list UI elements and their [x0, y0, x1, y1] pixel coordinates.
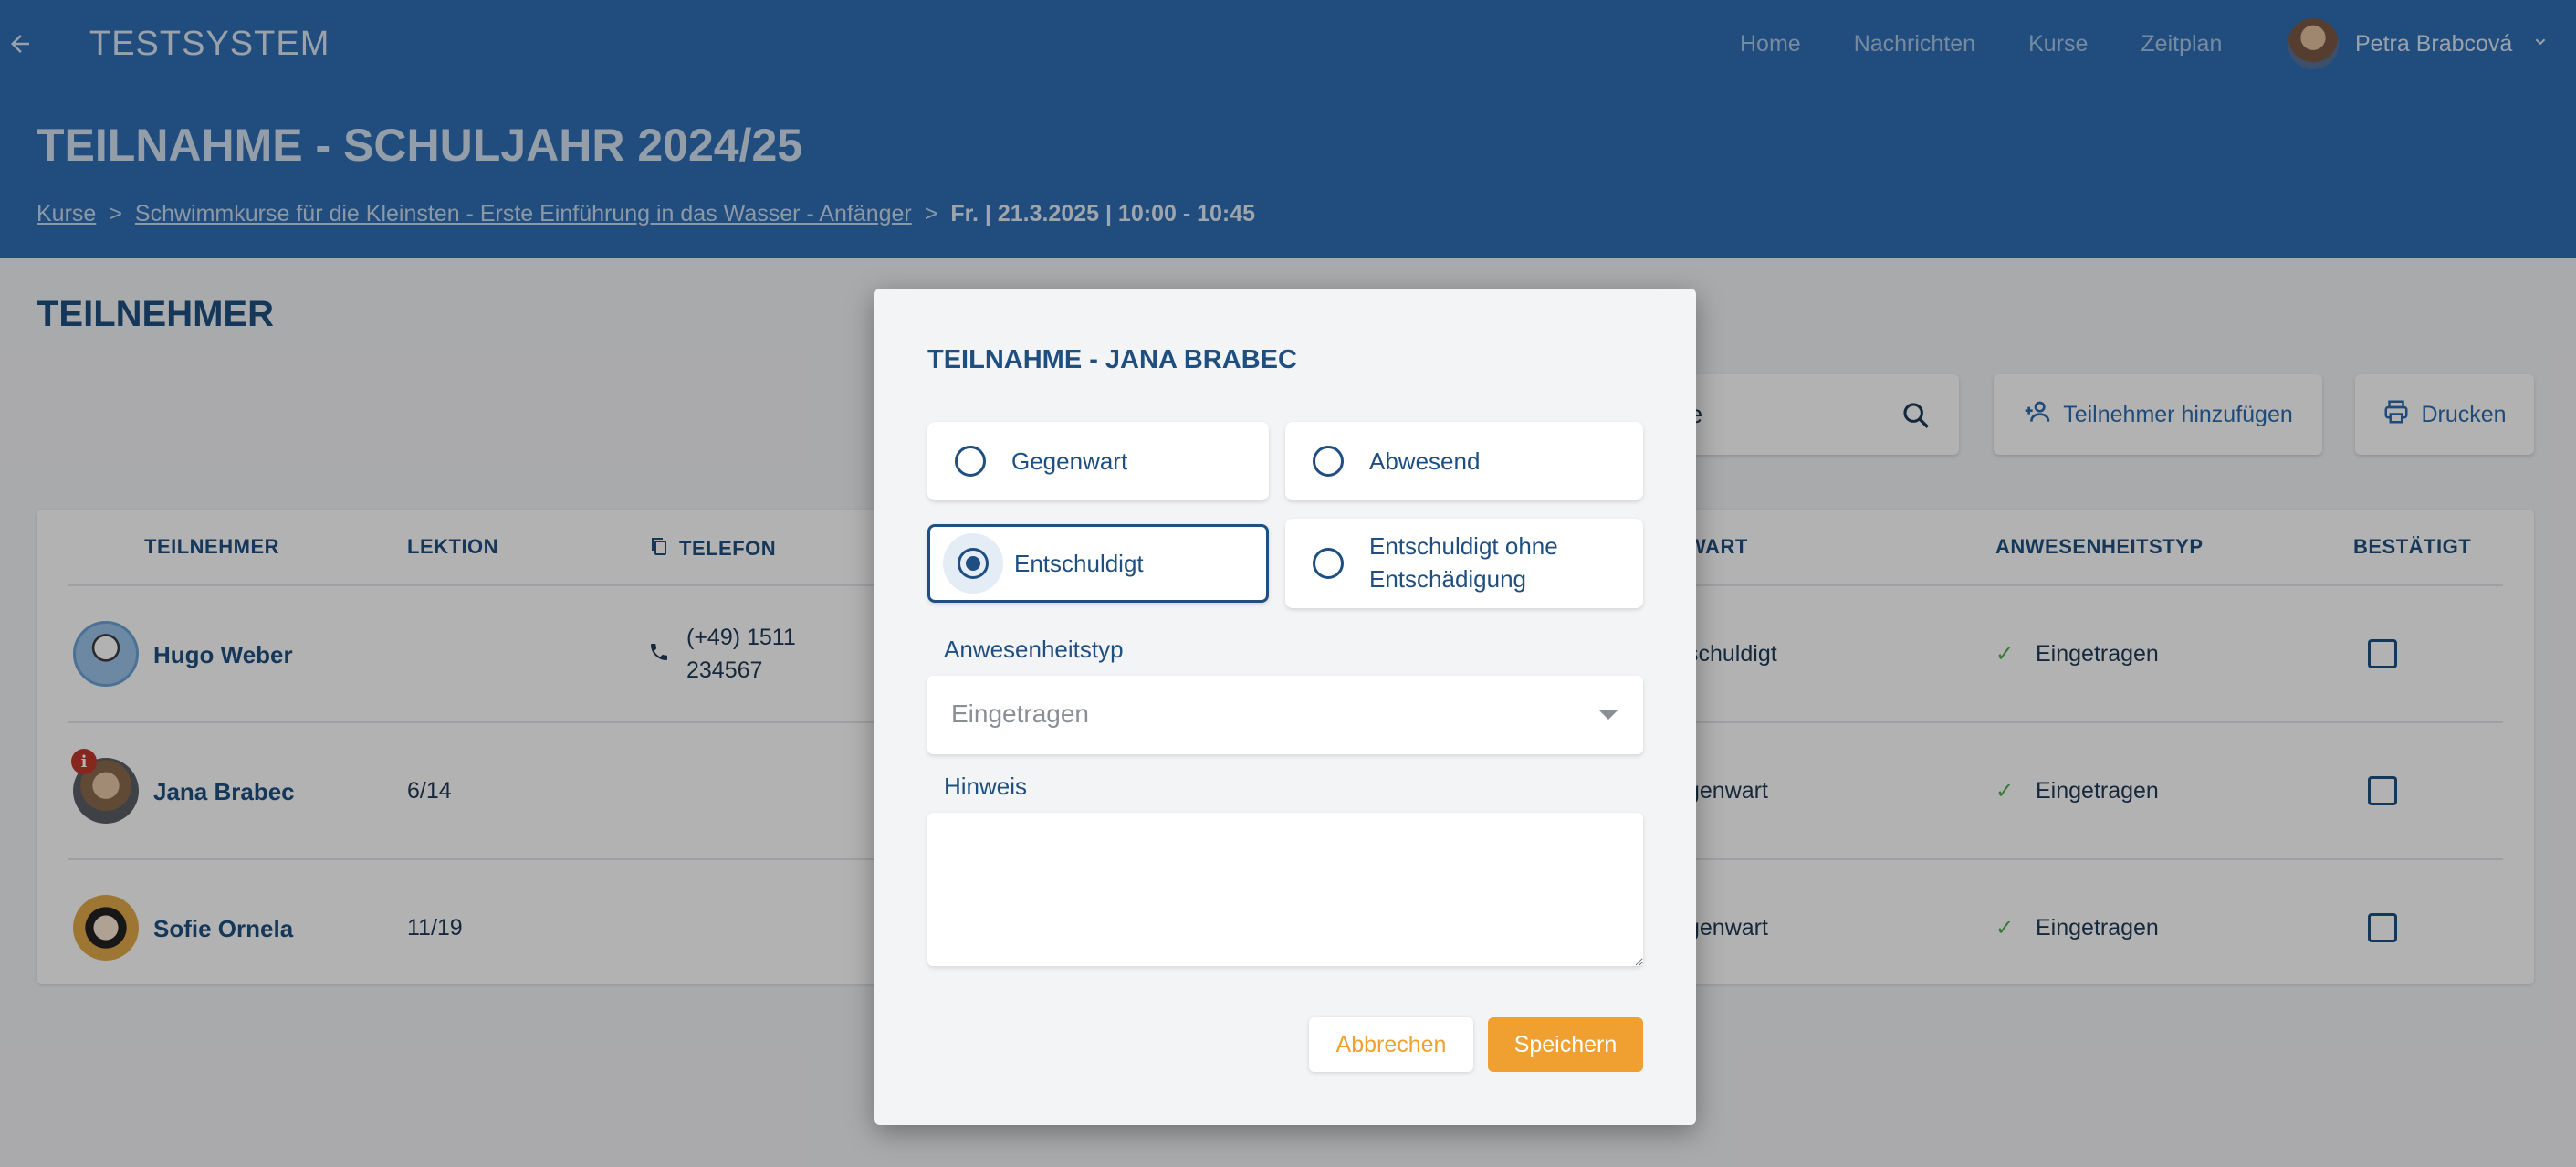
- attendance-type-select[interactable]: Eingetragen: [927, 676, 1643, 754]
- radio-excused[interactable]: [958, 548, 989, 579]
- option-excused-no-compensation-label-2: Entschädigung: [1369, 565, 1527, 593]
- option-excused-no-compensation-label-1: Entschuldigt ohne: [1369, 532, 1558, 560]
- radio-present[interactable]: [955, 446, 986, 477]
- option-excused[interactable]: Entschuldigt: [927, 524, 1269, 603]
- dialog-title: TEILNAHME - JANA BRABEC: [927, 345, 1297, 374]
- option-excused-label: Entschuldigt: [1014, 550, 1144, 577]
- option-absent[interactable]: Abwesend: [1285, 422, 1643, 500]
- cancel-button[interactable]: Abbrechen: [1309, 1017, 1473, 1072]
- radio-absent[interactable]: [1313, 446, 1344, 477]
- attendance-type-label: Anwesenheitstyp: [944, 636, 1124, 663]
- save-button[interactable]: Speichern: [1488, 1017, 1643, 1072]
- note-textarea[interactable]: [927, 813, 1643, 966]
- attendance-type-value: Eingetragen: [951, 699, 1090, 728]
- option-present-label: Gegenwart: [1011, 447, 1128, 475]
- note-label: Hinweis: [944, 773, 1028, 800]
- option-present[interactable]: Gegenwart: [927, 422, 1269, 500]
- attendance-dialog: TEILNAHME - JANA BRABEC Gegenwart Abwese…: [874, 289, 1696, 1125]
- radio-excused-no-compensation[interactable]: [1313, 548, 1344, 579]
- option-excused-no-compensation[interactable]: Entschuldigt ohne Entschädigung: [1285, 519, 1643, 608]
- option-absent-label: Abwesend: [1369, 447, 1481, 475]
- caret-down-icon: [1599, 710, 1618, 720]
